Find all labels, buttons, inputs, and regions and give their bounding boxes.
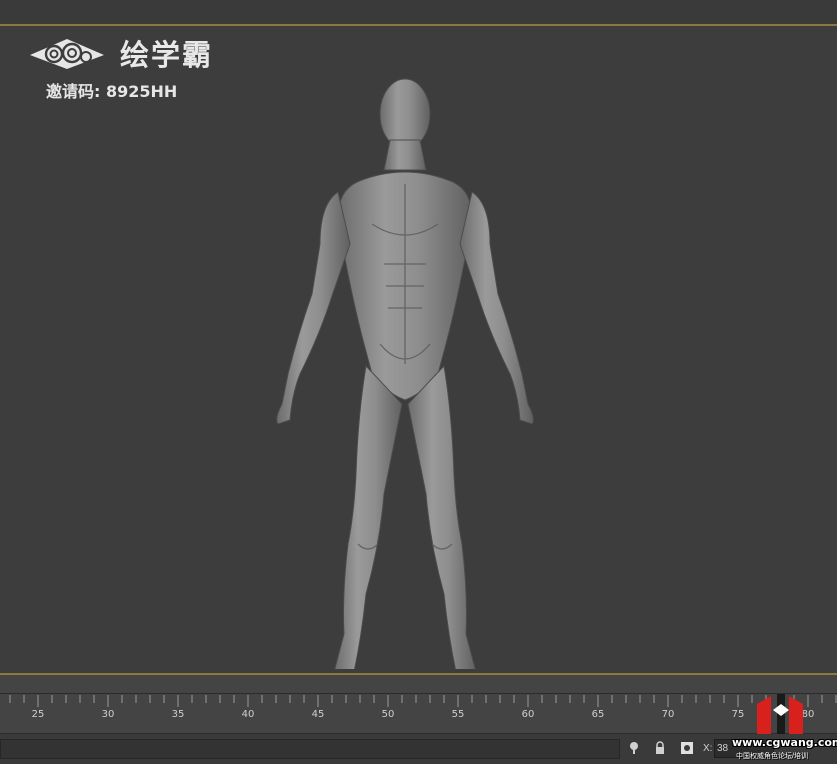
tick-label: 40 — [241, 709, 255, 720]
tick-label: 55 — [451, 709, 465, 720]
tick-label: 30 — [101, 709, 115, 720]
tick-label: 65 — [591, 709, 605, 720]
perspective-viewport[interactable]: 绘学霸 邀请码: 8925HH — [0, 24, 837, 675]
watermark-subtitle: 中国权威角色论坛/培训 — [736, 753, 808, 760]
tick-label: 70 — [661, 709, 675, 720]
absolute-mode-transform-icon[interactable] — [679, 740, 695, 756]
brand-name: 绘学霸 — [120, 38, 214, 72]
time-ruler[interactable]: 25 30 35 40 45 50 55 60 65 70 75 80 — [0, 675, 837, 733]
selection-lock-icon[interactable] — [652, 740, 668, 756]
invite-code: 邀请码: 8925HH — [46, 82, 178, 101]
tick-label: 35 — [171, 709, 185, 720]
tick-label: 25 — [31, 709, 45, 720]
cgwang-logo-icon — [757, 694, 803, 734]
brand-logo: 绘学霸 — [28, 32, 213, 74]
cgwang-watermark: www.cgwang.com 中国权威角色论坛/培训 — [727, 690, 837, 764]
watermark-url: www.cgwang.com — [732, 736, 837, 749]
isolate-selection-icon[interactable] — [626, 740, 642, 756]
x-coord-label: X: — [703, 743, 713, 754]
tick-label: 60 — [521, 709, 535, 720]
top-toolbar-strip — [0, 0, 837, 24]
timeline-ticks — [9, 695, 837, 707]
human-base-mesh-model[interactable] — [262, 74, 552, 669]
graduation-cap-cloud-icon — [30, 39, 104, 69]
tick-label: 45 — [311, 709, 325, 720]
tick-label: 50 — [381, 709, 395, 720]
maxscript-listener-field[interactable] — [0, 739, 620, 759]
status-bar: X: 38 — [0, 733, 837, 764]
max-app-window: 绘学霸 邀请码: 8925HH 25 30 35 40 45 50 55 60 … — [0, 0, 837, 764]
